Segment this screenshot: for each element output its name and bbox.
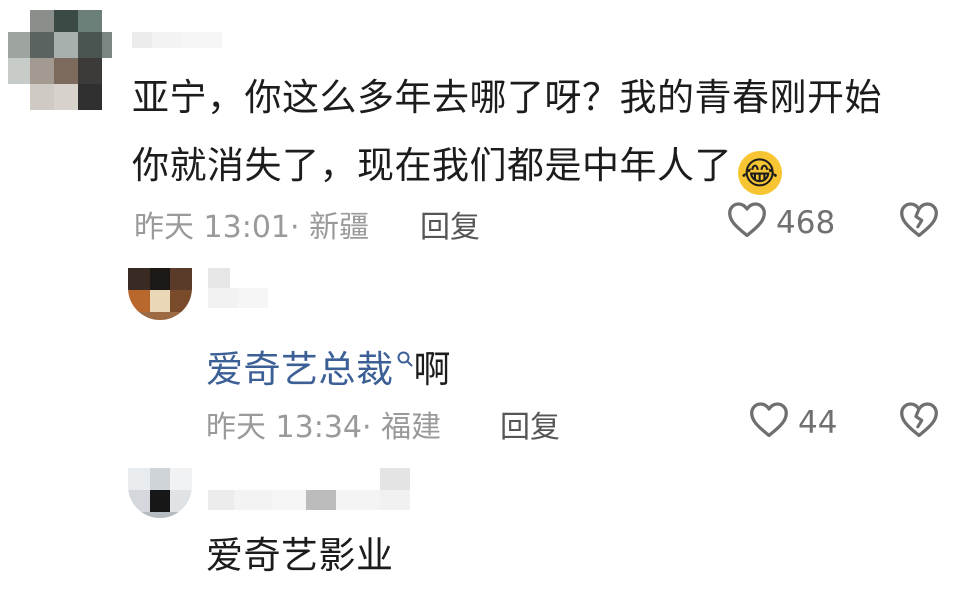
comment-text: 亚宁，你这么多年去哪了呀？我的青春刚开始 你就消失了，现在我们都是中年人了 😂 [132, 64, 952, 200]
avatar[interactable] [8, 10, 112, 110]
username[interactable] [208, 468, 418, 512]
like-count: 468 [776, 205, 836, 241]
comment-meta: 昨天 13:34· 福建 [206, 402, 441, 446]
timestamp: 昨天 13:01 [134, 210, 290, 245]
username[interactable] [208, 268, 278, 308]
avatar[interactable] [128, 468, 192, 518]
like-button[interactable]: 44 [748, 400, 837, 446]
laughing-crying-emoji-icon: 😂 [738, 151, 782, 195]
username[interactable] [132, 14, 232, 48]
location: · 福建 [362, 410, 442, 445]
dislike-button[interactable] [898, 400, 940, 442]
search-icon[interactable] [396, 322, 414, 390]
comment-text-line: 你就消失了，现在我们都是中年人了 😂 [132, 132, 952, 200]
dislike-button[interactable] [898, 200, 940, 242]
reply-button[interactable]: 回复 [500, 402, 560, 446]
location: · 新疆 [290, 210, 370, 245]
comment-text-line: 亚宁，你这么多年去哪了呀？我的青春刚开始 [132, 76, 882, 119]
like-count: 44 [798, 405, 838, 441]
heart-outline-icon [726, 200, 768, 246]
reply-text: 爱奇艺影业 [206, 534, 394, 577]
heart-broken-icon [898, 202, 940, 242]
comment-text-fragment: 你就消失了，现在我们都是中年人了 [132, 144, 732, 187]
reply-button[interactable]: 回复 [420, 202, 480, 246]
comment-meta: 昨天 13:01· 新疆 [134, 202, 369, 246]
reply-text-fragment: 啊 [413, 348, 451, 391]
heart-broken-icon [898, 402, 940, 442]
reply-text: 爱奇艺总裁 啊 [206, 322, 451, 404]
mention-link[interactable]: 爱奇艺总裁 [206, 348, 394, 391]
avatar[interactable] [128, 268, 192, 320]
timestamp: 昨天 13:34 [206, 410, 362, 445]
like-button[interactable]: 468 [726, 200, 835, 246]
heart-outline-icon [748, 400, 790, 446]
